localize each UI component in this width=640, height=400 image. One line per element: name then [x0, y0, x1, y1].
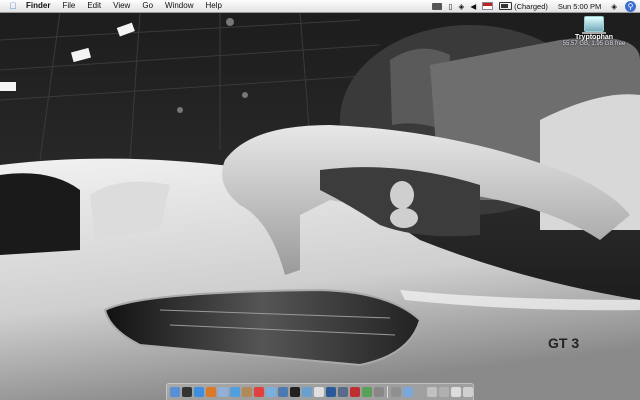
dashboard-icon[interactable] — [182, 387, 192, 397]
photoshop-icon[interactable] — [326, 387, 336, 397]
image-file-icon[interactable] — [415, 387, 425, 397]
dock — [166, 383, 474, 400]
menu-edit[interactable]: Edit — [81, 0, 107, 12]
system-preferences-icon[interactable] — [374, 387, 384, 397]
menu-window[interactable]: Window — [159, 0, 199, 12]
address-book-icon[interactable] — [242, 387, 252, 397]
menu-extras: ▯ ◈ ◀ (Charged) Sun 5:00 PM ◈ ⚲ — [426, 0, 636, 12]
firefox-icon[interactable] — [206, 387, 216, 397]
activity-monitor-icon[interactable] — [362, 387, 372, 397]
hard-disk-icon — [582, 16, 606, 34]
minimized-window-icon[interactable] — [439, 387, 449, 397]
iphoto-icon[interactable] — [278, 387, 288, 397]
wifi-icon[interactable]: ◈ — [459, 2, 465, 11]
disk-name: Tryptophan — [574, 34, 614, 41]
filezilla-icon[interactable] — [350, 387, 360, 397]
itunes-icon[interactable] — [266, 387, 276, 397]
bluetooth-icon[interactable]: ▯ — [448, 2, 452, 11]
battery-icon — [499, 2, 513, 10]
preview-icon[interactable] — [302, 387, 312, 397]
ichat-icon[interactable] — [230, 387, 240, 397]
spotlight-icon[interactable]: ⚲ — [625, 0, 636, 12]
display-icon[interactable] — [432, 2, 443, 10]
clock[interactable]: Sun 5:00 PM — [558, 2, 601, 11]
input-menu-flag-icon[interactable] — [482, 2, 494, 10]
desktop[interactable]: GT 3  Finder File Edit View Go Window H… — [0, 0, 640, 400]
text-file-icon[interactable] — [451, 387, 461, 397]
fast-user-switch-icon[interactable]: ◈ — [611, 2, 617, 11]
safari-icon[interactable] — [194, 387, 204, 397]
apple-menu-icon[interactable]:  — [6, 1, 20, 11]
mail-icon[interactable] — [218, 387, 228, 397]
menu-file[interactable]: File — [56, 0, 81, 12]
volume-icon[interactable]: ◀ — [470, 2, 476, 11]
battery-status: (Charged) — [514, 1, 548, 11]
disk-info: 55.57 GB, 1.95 GB free — [562, 41, 626, 47]
menu-bar:  Finder File Edit View Go Window Help ▯… — [0, 0, 640, 13]
terminal-icon[interactable] — [290, 387, 300, 397]
desktop-disk-tryptophan[interactable]: Tryptophan 55.57 GB, 1.95 GB free — [554, 16, 634, 47]
textedit-icon[interactable] — [314, 387, 324, 397]
trash-icon[interactable] — [463, 387, 473, 397]
documents-folder-icon[interactable] — [403, 387, 413, 397]
app-menu-finder[interactable]: Finder — [20, 0, 56, 12]
battery-menu[interactable]: (Charged) — [499, 2, 548, 11]
wallpaper-porsche-gt3: GT 3 — [0, 0, 640, 400]
window-icon[interactable] — [427, 387, 437, 397]
application-icon[interactable] — [391, 387, 401, 397]
finder-icon[interactable] — [170, 387, 180, 397]
menu-go[interactable]: Go — [136, 0, 159, 12]
menu-help[interactable]: Help — [199, 0, 227, 12]
ical-icon[interactable] — [254, 387, 264, 397]
menu-view[interactable]: View — [107, 0, 136, 12]
dock-separator — [387, 386, 388, 398]
xcode-icon[interactable] — [338, 387, 348, 397]
gt3-badge: GT 3 — [548, 335, 579, 351]
